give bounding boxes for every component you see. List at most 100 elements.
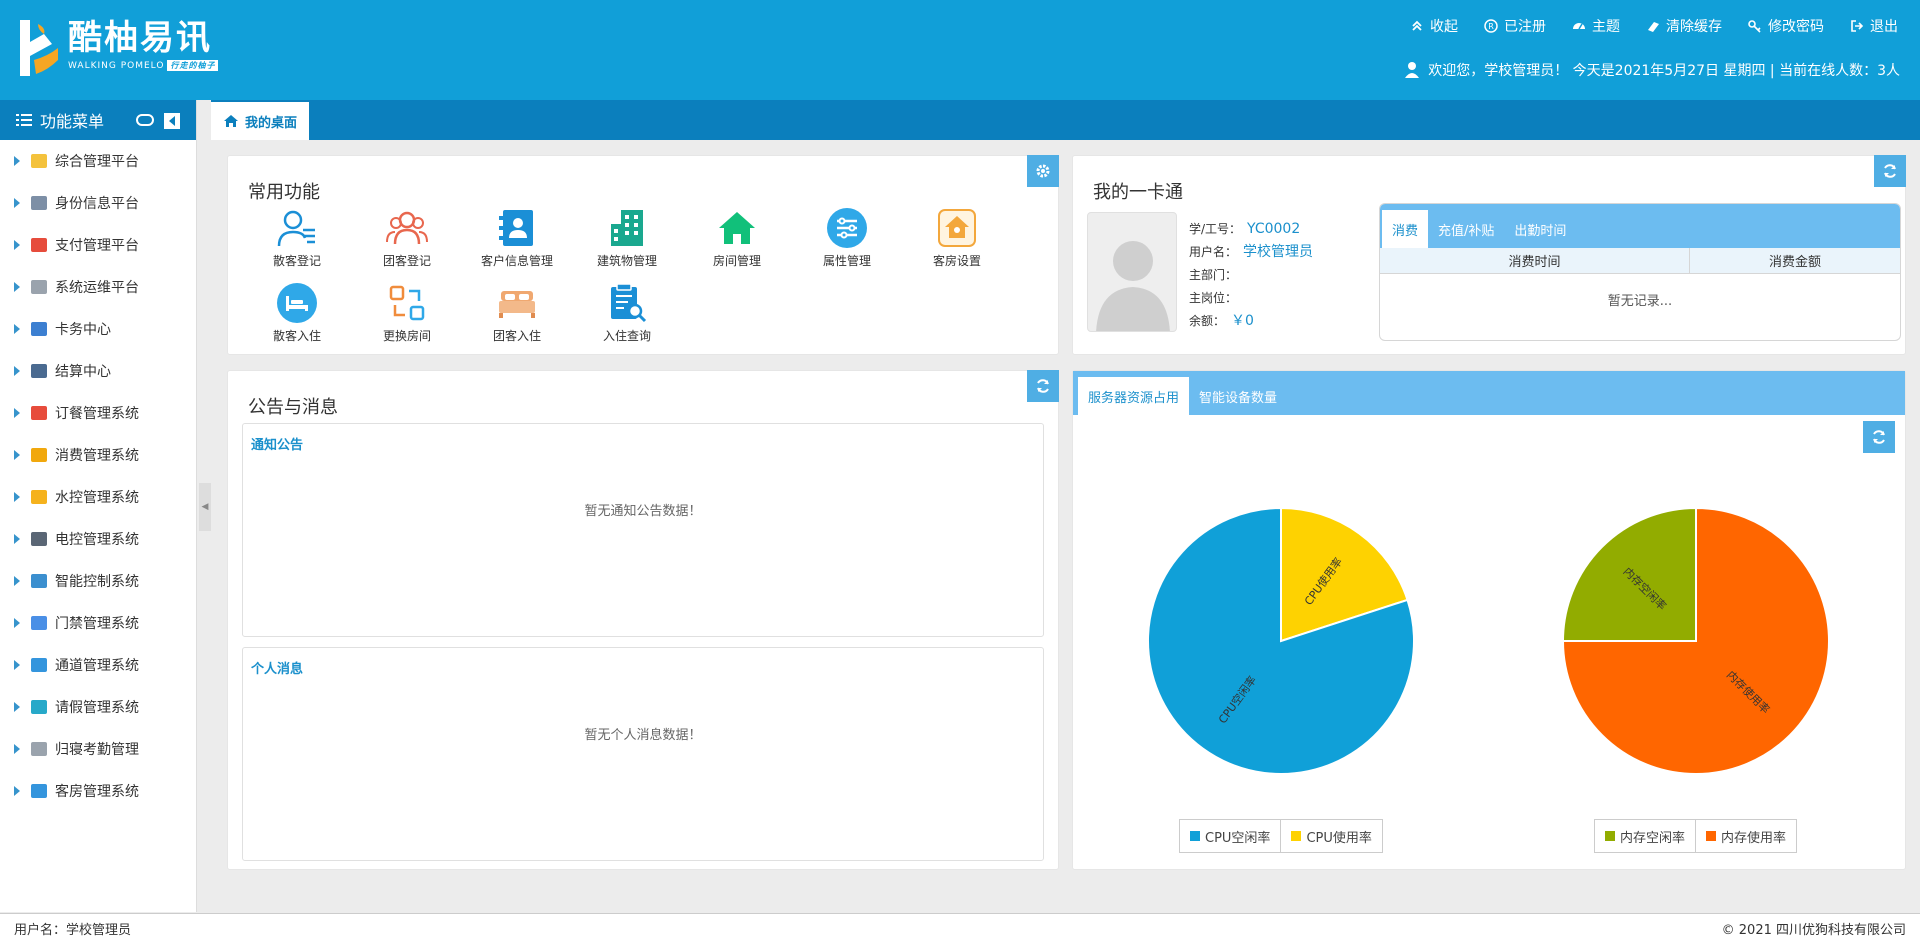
clear-cache-label: 清除缓存 xyxy=(1666,19,1722,35)
func-change-room[interactable]: 更换房间 xyxy=(352,281,462,344)
sidebar-item[interactable]: 卡务中心 xyxy=(0,308,196,350)
func-attribute-mgmt[interactable]: 属性管理 xyxy=(792,206,902,269)
card-info: 学/工号： YC0002 用户名： 学校管理员 主部门： 主岗位： 余额： ￥0 xyxy=(1189,218,1313,333)
sidebar-item-label: 水控管理系统 xyxy=(55,490,139,506)
sidebar-item-label: 综合管理平台 xyxy=(55,154,139,170)
func-label: 团客入住 xyxy=(492,329,541,343)
func-label: 属性管理 xyxy=(822,254,871,268)
sidebar-item-label: 门禁管理系统 xyxy=(55,616,139,632)
module-icon xyxy=(31,364,47,378)
func-checkin-query[interactable]: 入住查询 xyxy=(572,281,682,344)
func-group-register[interactable]: 团客登记 xyxy=(352,206,462,269)
card-records: 消费 充值/补贴 出勤时间 消费时间 消费金额 暂无记录... xyxy=(1379,203,1901,341)
func-building-mgmt[interactable]: 建筑物管理 xyxy=(572,206,682,269)
sidebar-item[interactable]: 请假管理系统 xyxy=(0,686,196,728)
sidebar-item-label: 通道管理系统 xyxy=(55,658,139,674)
module-icon xyxy=(31,322,47,336)
change-password-button[interactable]: 修改密码 xyxy=(1748,16,1824,36)
card-user-label: 用户名： xyxy=(1189,245,1238,259)
list-menu-icon xyxy=(16,114,32,126)
sidebar-item[interactable]: 客房管理系统 xyxy=(0,770,196,812)
header-actions: 收起 R 已注册 主题 清除缓存 修改密码 退出 xyxy=(1410,16,1898,36)
clear-cache-button[interactable]: 清除缓存 xyxy=(1646,16,1722,36)
bed-checkin-icon xyxy=(277,283,317,323)
col-consume-amount: 消费金额 xyxy=(1768,255,1821,270)
func-guest-register[interactable]: 散客登记 xyxy=(242,206,352,269)
sidebar-item-label: 结算中心 xyxy=(55,364,111,380)
registered-button[interactable]: R 已注册 xyxy=(1484,16,1546,36)
caret-right-icon xyxy=(14,744,20,754)
module-icon xyxy=(31,154,47,168)
caret-right-icon xyxy=(14,660,20,670)
tab-my-desktop[interactable]: 我的桌面 xyxy=(211,102,310,140)
collapse-header-button[interactable]: 收起 xyxy=(1410,16,1458,36)
card-refresh-button[interactable] xyxy=(1874,155,1906,187)
func-room-settings[interactable]: 客房设置 xyxy=(902,206,1012,269)
settings-button[interactable] xyxy=(1027,155,1059,187)
module-icon xyxy=(31,742,47,756)
legend-item[interactable]: 内存使用率 xyxy=(1695,820,1796,852)
legend-item[interactable]: CPU空闲率 xyxy=(1180,820,1280,852)
brand-logo[interactable]: 酷柚易讯 WALKING POMELO 行走的柚子 xyxy=(14,18,219,78)
sidebar-item-label: 系统运维平台 xyxy=(55,280,139,296)
home-icon xyxy=(224,115,238,127)
personal-message-box: 个人消息 暂无个人消息数据！ xyxy=(242,647,1044,861)
sidebar-item[interactable]: 消费管理系统 xyxy=(0,434,196,476)
notice-refresh-button[interactable] xyxy=(1027,370,1059,402)
sidebar-item[interactable]: 电控管理系统 xyxy=(0,518,196,560)
sidebar-item[interactable]: 订餐管理系统 xyxy=(0,392,196,434)
caret-right-icon xyxy=(14,408,20,418)
card-empty-text: 暂无记录... xyxy=(1607,294,1673,309)
contacts-book-icon xyxy=(499,210,533,246)
sidebar-item[interactable]: 支付管理平台 xyxy=(0,224,196,266)
top-header: 酷柚易讯 WALKING POMELO 行走的柚子 收起 R 已注册 主题 清除… xyxy=(0,0,1920,100)
resource-pie-charts: CPU使用率CPU空闲率 内存使用率内存空闲率 xyxy=(1147,506,1830,775)
theme-button[interactable]: 主题 xyxy=(1572,16,1620,36)
caret-right-icon xyxy=(14,492,20,502)
func-guest-checkin[interactable]: 散客入住 xyxy=(242,281,352,344)
legend-swatch xyxy=(1605,831,1615,841)
module-icon xyxy=(31,448,47,462)
caret-right-icon xyxy=(14,702,20,712)
personal-message-empty: 暂无个人消息数据！ xyxy=(584,728,702,743)
func-label: 入住查询 xyxy=(602,329,651,343)
sidebar-item-label: 卡务中心 xyxy=(55,322,111,338)
sidebar-toggle-switch[interactable] xyxy=(136,114,154,126)
theme-label: 主题 xyxy=(1592,19,1620,35)
caret-right-icon xyxy=(14,618,20,628)
func-group-checkin[interactable]: 团客入住 xyxy=(462,281,572,344)
card-id-value: YC0002 xyxy=(1247,221,1301,237)
brand-name: 酷柚易讯 xyxy=(68,18,212,58)
module-icon xyxy=(31,196,47,210)
sidebar-collapse-button[interactable] xyxy=(164,113,180,129)
sidebar-item[interactable]: 结算中心 xyxy=(0,350,196,392)
sidebar-drag-handle[interactable]: ◀ xyxy=(199,483,211,531)
sidebar-item[interactable]: 门禁管理系统 xyxy=(0,602,196,644)
module-icon xyxy=(31,406,47,420)
tab-attendance[interactable]: 出勤时间 xyxy=(1504,210,1576,248)
tab-consumption[interactable]: 消费 xyxy=(1382,210,1429,248)
common-functions-grid: 散客登记 团客登记 客户信息管理 建筑物管理 房间管理 属性管理 客房设置 散客… xyxy=(242,206,982,344)
change-password-label: 修改密码 xyxy=(1768,19,1824,35)
svg-text:R: R xyxy=(1488,22,1494,31)
sidebar-item[interactable]: 水控管理系统 xyxy=(0,476,196,518)
user-icon xyxy=(1405,62,1420,78)
gear-icon xyxy=(1036,164,1050,178)
legend-item[interactable]: CPU使用率 xyxy=(1280,820,1381,852)
func-customer-info[interactable]: 客户信息管理 xyxy=(462,206,572,269)
tab-recharge[interactable]: 充值/补贴 xyxy=(1428,210,1504,248)
logout-button[interactable]: 退出 xyxy=(1850,16,1898,36)
sidebar-item[interactable]: 归寝考勤管理 xyxy=(0,728,196,770)
sidebar-item[interactable]: 身份信息平台 xyxy=(0,182,196,224)
registered-label: 已注册 xyxy=(1504,19,1546,35)
func-room-mgmt[interactable]: 房间管理 xyxy=(682,206,792,269)
sidebar-item[interactable]: 智能控制系统 xyxy=(0,560,196,602)
sidebar-item[interactable]: 系统运维平台 xyxy=(0,266,196,308)
func-label: 客户信息管理 xyxy=(480,254,553,268)
sidebar-item[interactable]: 通道管理系统 xyxy=(0,644,196,686)
key-icon xyxy=(1748,20,1761,33)
legend-item[interactable]: 内存空闲率 xyxy=(1595,820,1695,852)
sidebar-item[interactable]: 综合管理平台 xyxy=(0,140,196,182)
group-register-icon xyxy=(386,211,428,245)
card-record-tabs: 消费 充值/补贴 出勤时间 xyxy=(1380,204,1900,248)
